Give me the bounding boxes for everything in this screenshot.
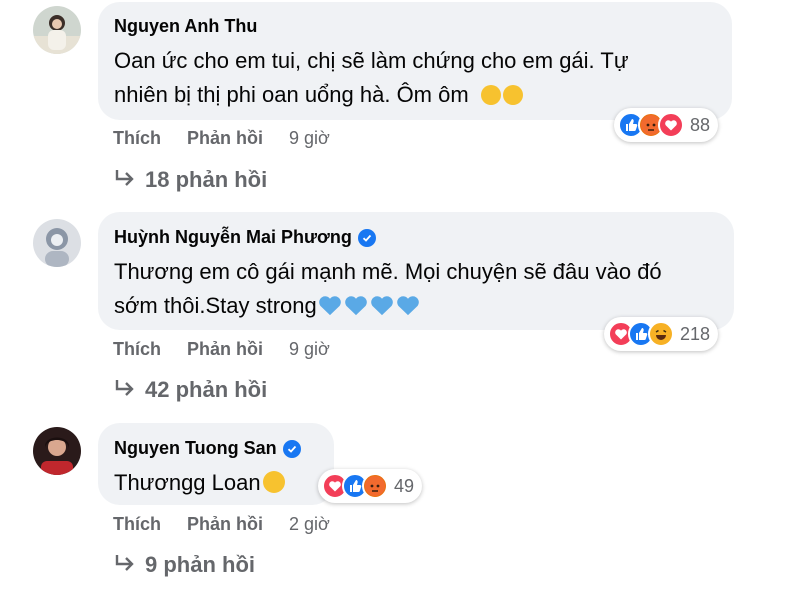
reaction-count: 218 [680,323,711,344]
blue-heart-icon [396,292,420,326]
avatar[interactable] [33,219,81,267]
reaction-summary[interactable]: 218 [604,317,719,351]
comment-author[interactable]: Nguyen Tuong San [114,438,301,459]
reaction-summary[interactable]: 88 [614,108,719,142]
reaction-summary[interactable]: 49 [318,469,423,503]
comment-actions: Thích Phản hồi 2 giờ [113,514,330,535]
view-replies-link[interactable]: 42 phản hồi [113,377,267,403]
reply-button[interactable]: Phản hồi [187,514,263,535]
like-button[interactable]: Thích [113,128,161,149]
comment-actions: Thích Phản hồi 9 giờ [113,128,330,149]
reply-arrow-icon [113,377,135,403]
view-replies-link[interactable]: 9 phản hồi [113,552,255,578]
blue-heart-icon [344,292,368,326]
comment-author[interactable]: Nguyen Anh Thu [114,16,257,37]
reply-button[interactable]: Phản hồi [187,128,263,149]
comment-actions: Thích Phản hồi 9 giờ [113,339,330,360]
verified-badge-icon [282,439,301,458]
reply-button[interactable]: Phản hồi [187,339,263,360]
like-button[interactable]: Thích [113,514,161,535]
comment-timestamp[interactable]: 2 giờ [289,514,330,535]
comment-text: Thương em cô gái mạnh mẽ. Mọi chuyện sẽ … [114,255,726,326]
avatar[interactable] [33,427,81,475]
reply-arrow-icon [113,552,135,578]
replies-count-label: 9 phản hồi [145,552,255,577]
comment-author[interactable]: Huỳnh Nguyễn Mai Phương [114,227,376,248]
blue-heart-icon [318,292,342,326]
reaction-count: 88 [690,114,711,135]
reply-arrow-icon [113,167,135,193]
haha-reaction-icon [648,321,674,347]
blue-heart-icon [370,292,394,326]
author-name[interactable]: Huỳnh Nguyễn Mai Phương [114,227,352,248]
comment-text: Thươngg Loan [114,466,334,500]
avatar[interactable] [33,6,81,54]
comment-timestamp[interactable]: 9 giờ [289,339,330,360]
author-name[interactable]: Nguyen Tuong San [114,438,277,459]
comment-text: Oan ức cho em tui, chị sẽ làm chứng cho … [114,48,629,107]
verified-badge-icon [357,228,376,247]
replies-count-label: 42 phản hồi [145,377,268,402]
hug-emoji-icon [480,85,501,105]
angry-reaction-icon [362,473,388,499]
comment-timestamp[interactable]: 9 giờ [289,128,330,149]
pleading-emoji-icon [262,471,285,493]
view-replies-link[interactable]: 18 phản hồi [113,167,267,193]
love-reaction-icon [658,112,684,138]
like-button[interactable]: Thích [113,339,161,360]
author-name[interactable]: Nguyen Anh Thu [114,16,257,37]
replies-count-label: 18 phản hồi [145,167,268,192]
reaction-count: 49 [394,475,415,496]
hug-emoji-icon [502,85,523,105]
